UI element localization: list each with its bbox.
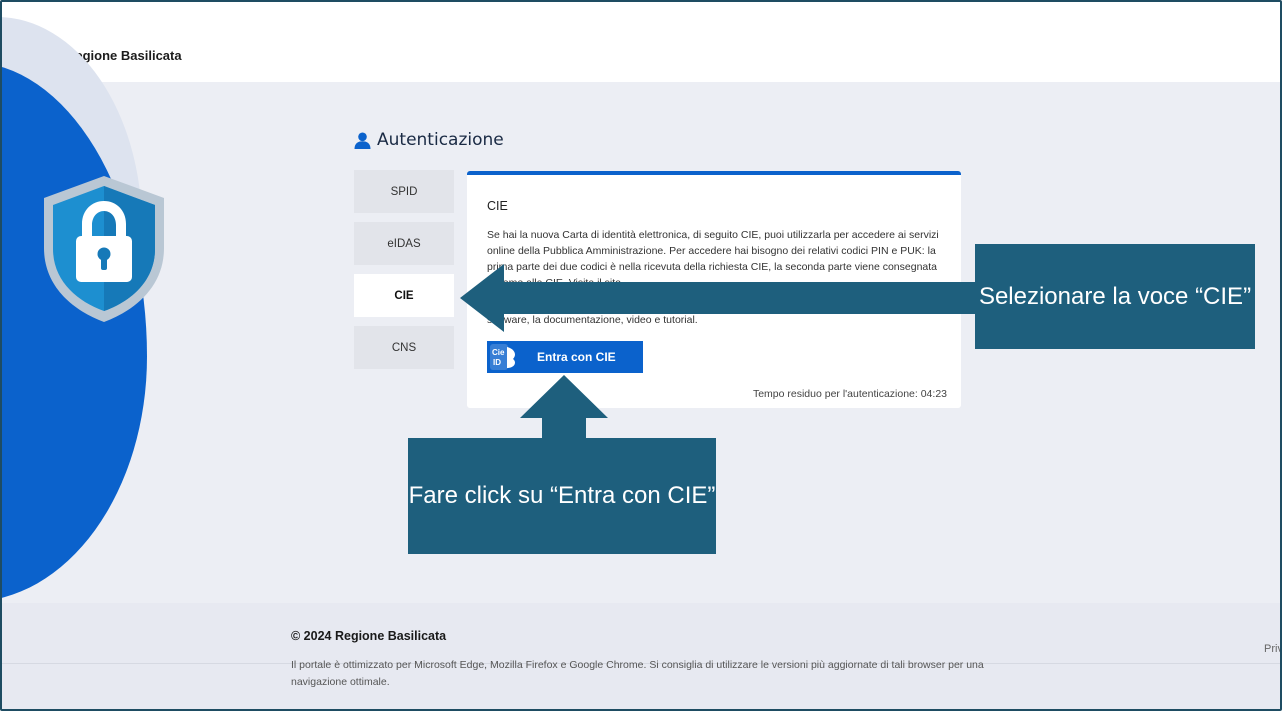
- panel-description: Se hai la nuova Carta di identità elettr…: [487, 229, 939, 289]
- panel-title: CIE: [487, 199, 508, 213]
- cie-id-logo-text-1: Cie: [492, 348, 505, 357]
- footer-copyright: © 2024 Regione Basilicata: [291, 629, 447, 643]
- user-icon: [354, 132, 371, 149]
- panel-description-end: software, la documentazione, video e tut…: [487, 314, 698, 326]
- top-header: Regione Basilicata: [2, 2, 1280, 82]
- entra-con-cie-label: Entra con CIE: [537, 350, 616, 364]
- footer-privacy-link[interactable]: Priva: [1264, 643, 1280, 655]
- auth-method-tabs: SPID eIDAS CIE CNS: [354, 170, 454, 378]
- callout-select-cie: Selezionare la voce “CIE”: [975, 244, 1255, 349]
- tab-cns[interactable]: CNS: [354, 326, 454, 369]
- tab-eidas[interactable]: eIDAS: [354, 222, 454, 265]
- auth-title-text: Autenticazione: [377, 130, 504, 150]
- shield-lock-icon: [44, 176, 164, 322]
- screenshot-frame: Regione Basilicata Autenticazione SPID e…: [0, 0, 1282, 711]
- auth-timer: Tempo residuo per l'autenticazione: 04:2…: [752, 388, 947, 400]
- cie-id-logo-icon: Cie ID: [490, 344, 515, 370]
- tab-cie[interactable]: CIE: [354, 274, 454, 317]
- callout-click-entra: Fare click su “Entra con CIE”: [408, 438, 716, 554]
- cie-panel: CIE Se hai la nuova Carta di identità el…: [467, 171, 961, 408]
- tab-spid[interactable]: SPID: [354, 170, 454, 213]
- cie-id-logo-text-2: ID: [493, 358, 501, 367]
- footer-browser-note: Il portale è ottimizzato per Microsoft E…: [291, 659, 984, 688]
- entra-con-cie-button[interactable]: Cie ID Entra con CIE: [487, 341, 643, 373]
- auth-title: Autenticazione: [354, 130, 504, 150]
